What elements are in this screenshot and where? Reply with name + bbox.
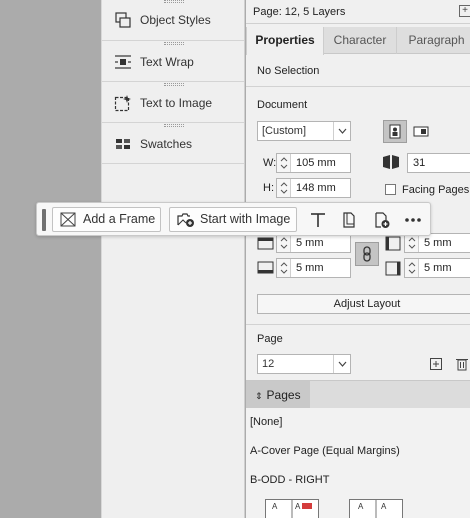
text-wrap-icon: [114, 53, 132, 71]
facing-pages-checkbox[interactable]: [385, 184, 396, 195]
pages-tab-label: Pages: [266, 388, 301, 402]
pages-count-field[interactable]: 31: [407, 153, 470, 173]
margin-inside-field[interactable]: 5 mm: [404, 233, 470, 253]
add-a-frame-button[interactable]: Add a Frame: [52, 207, 161, 232]
dock-grip[interactable]: [164, 42, 184, 45]
master-item-none[interactable]: [None]: [250, 416, 282, 428]
pages-count-icon: [381, 152, 401, 172]
new-document-icon[interactable]: [373, 211, 391, 229]
adjust-layout-button[interactable]: Adjust Layout: [257, 294, 470, 314]
stepper-icon[interactable]: [277, 234, 291, 252]
margin-inside-value: 5 mm: [424, 237, 452, 249]
dock-item-swatches[interactable]: Swatches: [102, 123, 244, 164]
link-margins-icon[interactable]: [355, 242, 379, 266]
tab-pages[interactable]: ⇕ Pages: [246, 381, 310, 409]
trash-icon[interactable]: [454, 356, 470, 372]
pages-icon[interactable]: [340, 211, 358, 229]
panel-tabs: Properties Character Paragraph: [246, 27, 470, 55]
svg-text:A: A: [381, 502, 387, 511]
text-frame-icon[interactable]: [309, 211, 327, 229]
margin-outside-icon: [383, 258, 403, 278]
margin-bottom-icon: [257, 258, 277, 278]
stepper-icon[interactable]: [405, 234, 419, 252]
dock-item-label: Object Styles: [140, 13, 211, 27]
stepper-icon[interactable]: [277, 179, 291, 197]
margin-top-icon: [257, 233, 277, 253]
dock-grip[interactable]: [164, 0, 184, 3]
dock-grip[interactable]: [164, 124, 184, 127]
drag-handle[interactable]: [42, 209, 46, 231]
stepper-icon[interactable]: [277, 259, 291, 277]
pages-count-value: 31: [413, 157, 426, 169]
pages-panel-header: ⇕ Pages: [246, 380, 470, 409]
more-options-icon[interactable]: [404, 211, 422, 229]
width-value: 105 mm: [296, 157, 336, 169]
master-item-b[interactable]: B-ODD - RIGHT: [250, 474, 329, 486]
margin-top-value: 5 mm: [296, 237, 324, 249]
page-select-value: 12: [262, 358, 275, 370]
margin-outside-value: 5 mm: [424, 262, 452, 274]
dock-item-label: Swatches: [140, 137, 193, 151]
start-with-image-label: Start with Image: [200, 212, 291, 226]
svg-text:A: A: [272, 502, 278, 511]
divider: [246, 86, 470, 87]
start-with-image-button[interactable]: Start with Image: [169, 207, 297, 232]
tab-paragraph[interactable]: Paragraph: [397, 27, 470, 54]
margin-bottom-value: 5 mm: [296, 262, 324, 274]
document-heading: Document: [257, 99, 308, 111]
dock-item-text-to-image[interactable]: Text to Image: [102, 82, 244, 123]
swatches-icon: [114, 135, 132, 153]
page-layer-info: Page: 12, 5 Layers: [253, 6, 346, 18]
properties-panel: Page: 12, 5 Layers + Properties Characte…: [246, 0, 470, 518]
width-field[interactable]: 105 mm: [276, 153, 351, 173]
panel-menu-icon[interactable]: +: [459, 5, 470, 17]
portrait-orientation-icon[interactable]: [383, 120, 407, 143]
add-image-icon: [177, 212, 195, 228]
tab-character[interactable]: Character: [324, 27, 397, 54]
chevron-down-icon: [333, 122, 350, 140]
dock-item-text-wrap[interactable]: Text Wrap: [102, 41, 244, 82]
text-to-image-icon: [114, 94, 132, 112]
page-thumbnail[interactable]: AA: [265, 499, 319, 518]
margin-top-field[interactable]: 5 mm: [276, 233, 351, 253]
facing-pages-label: Facing Pages: [402, 184, 470, 196]
margin-bottom-field[interactable]: 5 mm: [276, 258, 351, 278]
add-a-frame-label: Add a Frame: [83, 212, 156, 226]
height-field[interactable]: 148 mm: [276, 178, 351, 198]
divider: [246, 324, 470, 325]
selection-status: No Selection: [257, 65, 320, 77]
panel-dock: Object Styles Text Wrap Text to Image Sw…: [101, 0, 245, 518]
landscape-orientation-icon[interactable]: [411, 121, 431, 141]
dock-item-label: Text Wrap: [140, 55, 194, 69]
document-preset-value: [Custom]: [262, 125, 307, 137]
chevron-down-icon: [333, 355, 350, 373]
margin-outside-field[interactable]: 5 mm: [404, 258, 470, 278]
object-styles-icon: [114, 11, 132, 29]
page-select[interactable]: 12: [257, 354, 351, 374]
height-value: 148 mm: [296, 182, 336, 194]
document-preset-select[interactable]: [Custom]: [257, 121, 351, 141]
frame-icon: [60, 212, 76, 227]
expand-collapse-icon[interactable]: ⇕: [255, 391, 263, 401]
page-thumbnail[interactable]: AA: [349, 499, 403, 518]
width-label: W:: [263, 157, 277, 169]
pasteboard: [0, 0, 102, 518]
add-page-icon[interactable]: [428, 356, 444, 372]
dock-item-object-styles[interactable]: Object Styles: [102, 0, 244, 41]
svg-text:A: A: [358, 502, 364, 511]
master-item-a[interactable]: A-Cover Page (Equal Margins): [250, 445, 400, 457]
margin-inside-icon: [383, 233, 403, 253]
stepper-icon[interactable]: [405, 259, 419, 277]
svg-text:A: A: [295, 502, 301, 511]
dock-item-label: Text to Image: [140, 96, 213, 110]
panel-header: Page: 12, 5 Layers +: [246, 0, 470, 24]
stepper-icon[interactable]: [277, 154, 291, 172]
contextual-task-bar: Add a Frame Start with Image: [36, 202, 431, 236]
dock-grip[interactable]: [164, 83, 184, 86]
tab-properties[interactable]: Properties: [246, 27, 324, 55]
height-label: H:: [263, 182, 274, 194]
page-heading: Page: [257, 333, 283, 345]
